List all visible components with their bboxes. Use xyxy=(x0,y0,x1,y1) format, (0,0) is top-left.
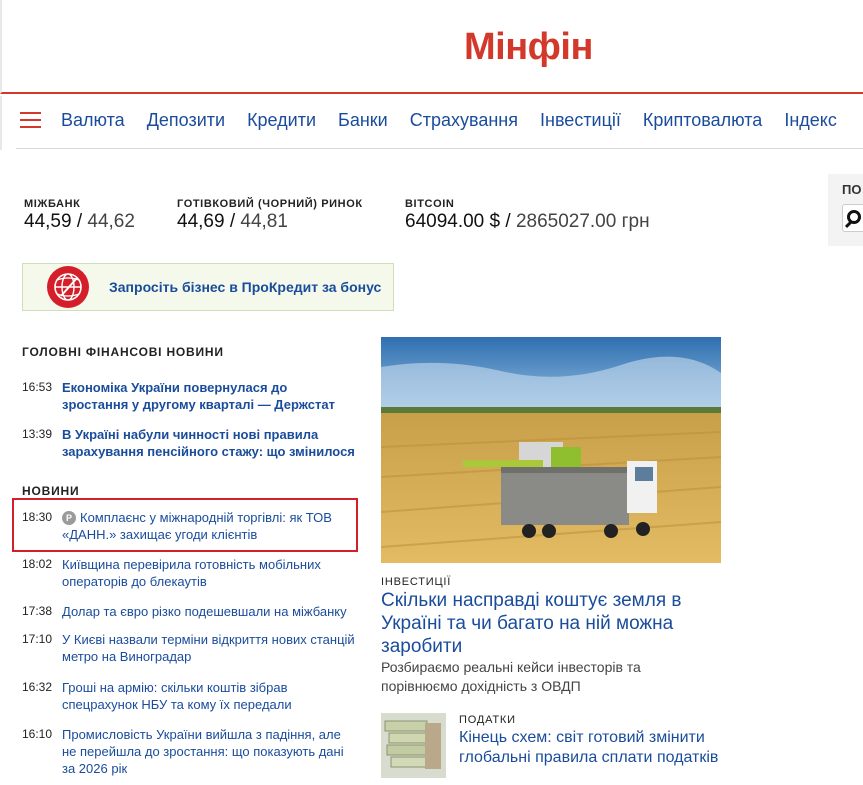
procredit-logo-icon xyxy=(47,266,89,308)
nav-item-credits[interactable]: Кредити xyxy=(247,110,316,131)
news-time: 18:30 xyxy=(22,510,53,524)
sponsored-badge-icon: P xyxy=(62,511,76,525)
news-item-sponsored[interactable]: 18:30 P Комплаєнс у міжнародній торгівлі:… xyxy=(22,509,357,543)
rate-interbank[interactable]: МІЖБАНК 44,59 / 44,62 xyxy=(24,198,135,233)
secondary-article-image[interactable] xyxy=(381,713,446,778)
news-title-link[interactable]: В Україні набули чинності нові правила з… xyxy=(62,426,357,460)
rate-sell: 44,62 xyxy=(87,211,135,232)
news-title-link[interactable]: P Комплаєнс у міжнародній торгівлі: як ТО… xyxy=(62,509,357,543)
rate-uah: 2865027.00 грн xyxy=(515,211,650,232)
nav-item-currency[interactable]: Валюта xyxy=(61,110,125,131)
nav-divider xyxy=(16,148,863,149)
nav-item-investments[interactable]: Інвестиції xyxy=(540,110,621,131)
main-news-item[interactable]: 13:39 В Україні набули чинності нові пра… xyxy=(22,426,357,460)
news-item[interactable]: 16:10 Промисловість України вийшла з пад… xyxy=(22,726,357,777)
main-nav: Валюта Депозити Кредити Банки Страхуванн… xyxy=(0,96,863,150)
nav-item-insurance[interactable]: Страхування xyxy=(410,110,518,131)
featured-article-image[interactable] xyxy=(381,337,721,563)
news-time: 17:10 xyxy=(22,632,53,646)
news-time: 16:53 xyxy=(22,380,53,394)
featured-category[interactable]: ІНВЕСТИЦІЇ xyxy=(381,576,451,588)
news-title-link[interactable]: Економіка України повернулася до зростан… xyxy=(62,379,357,413)
news-title-link[interactable]: Гроші на армію: скільки коштів зібрав сп… xyxy=(62,679,357,713)
news-title-link[interactable]: Промисловість України вийшла з падіння, … xyxy=(62,726,357,777)
news-title-text: Комплаєнс у міжнародній торгівлі: як ТОВ… xyxy=(62,510,332,542)
rate-label: ГОТІВКОВИЙ (ЧОРНИЙ) РИНОК xyxy=(177,198,363,210)
featured-article-title[interactable]: Скільки насправді коштує земля в Україні… xyxy=(381,589,711,658)
featured-article-subtitle: Розбираємо реальні кейси інвесторів та п… xyxy=(381,659,641,694)
news-item[interactable]: 18:02 Київщина перевірила готовність моб… xyxy=(22,556,357,590)
news-item[interactable]: 16:32 Гроші на армію: скільки коштів зіб… xyxy=(22,679,357,713)
rate-bitcoin[interactable]: BITCOIN 64094.00 $ / 2865027.00 грн xyxy=(405,198,650,233)
news-time: 16:10 xyxy=(22,727,53,741)
news-title-link[interactable]: У Києві назвали терміни відкриття нових … xyxy=(62,631,357,665)
hamburger-menu-icon[interactable] xyxy=(20,112,41,128)
nav-items: Валюта Депозити Кредити Банки Страхуванн… xyxy=(61,110,859,131)
news-item[interactable]: 17:38 Долар та євро різко подешевшали на… xyxy=(22,603,357,620)
secondary-article-title[interactable]: Кінець схем: світ готовий змінити глобал… xyxy=(459,728,749,768)
rate-values: 44,59 / 44,62 xyxy=(24,211,135,232)
news-time: 17:38 xyxy=(22,604,53,618)
search-label: ПО xyxy=(842,182,862,197)
search-icon xyxy=(847,210,861,224)
search-panel: ПО xyxy=(828,174,863,246)
news-title-link[interactable]: Київщина перевірила готовність мобільних… xyxy=(62,556,357,590)
news-heading: НОВИНИ xyxy=(22,484,80,498)
news-item[interactable]: 17:10 У Києві назвали терміни відкриття … xyxy=(22,631,357,665)
nav-item-banks[interactable]: Банки xyxy=(338,110,388,131)
site-header: Мінфін xyxy=(0,0,863,94)
news-time: 18:02 xyxy=(22,557,53,571)
rate-label: BITCOIN xyxy=(405,198,455,210)
news-time: 13:39 xyxy=(22,427,53,441)
secondary-category[interactable]: ПОДАТКИ xyxy=(459,714,516,726)
search-input[interactable] xyxy=(842,204,863,232)
nav-item-crypto[interactable]: Криптовалюта xyxy=(643,110,762,131)
nav-item-deposits[interactable]: Депозити xyxy=(147,110,225,131)
rate-label: МІЖБАНК xyxy=(24,198,81,210)
rate-values: 64094.00 $ / 2865027.00 грн xyxy=(405,211,650,232)
main-news-heading: ГОЛОВНІ ФІНАНСОВІ НОВИНИ xyxy=(22,345,224,359)
rate-buy: 44,59 xyxy=(24,211,72,232)
rate-sell: 44,81 xyxy=(240,211,288,232)
nav-item-index[interactable]: Індекс xyxy=(784,110,837,131)
rate-buy: 44,69 xyxy=(177,211,225,232)
promo-text: Запросіть бізнес в ПроКредит за бонус xyxy=(109,279,382,295)
procredit-promo-banner[interactable]: Запросіть бізнес в ПроКредит за бонус xyxy=(22,263,394,311)
news-time: 16:32 xyxy=(22,680,53,694)
main-news-item[interactable]: 16:53 Економіка України повернулася до з… xyxy=(22,379,357,413)
news-title-link[interactable]: Долар та євро різко подешевшали на міжба… xyxy=(62,603,347,620)
site-logo[interactable]: Мінфін xyxy=(464,26,593,69)
rate-cash-market[interactable]: ГОТІВКОВИЙ (ЧОРНИЙ) РИНОК 44,69 / 44,81 xyxy=(177,198,363,233)
rate-usd: 64094.00 $ xyxy=(405,211,501,232)
rate-values: 44,69 / 44,81 xyxy=(177,211,288,232)
